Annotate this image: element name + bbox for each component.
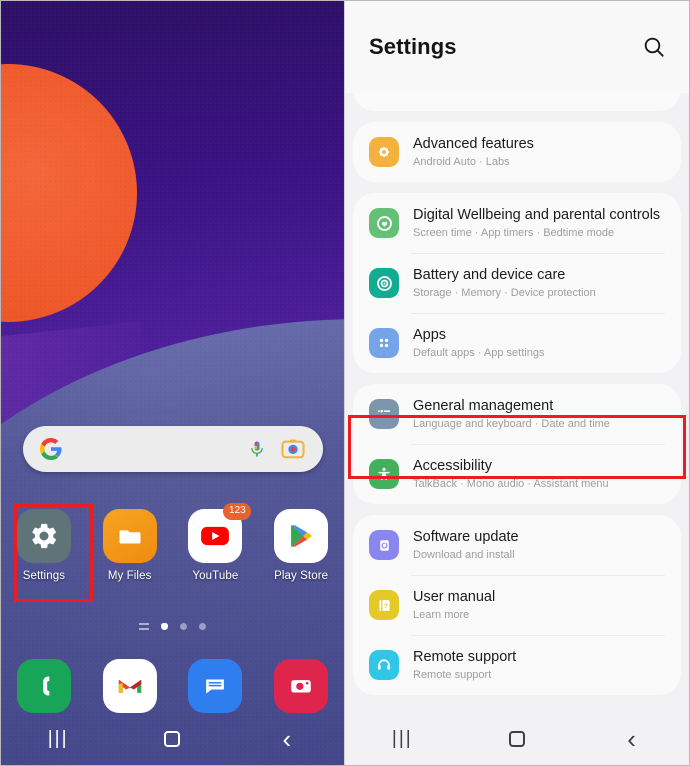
play-store-icon (274, 509, 329, 563)
home-button[interactable] (149, 719, 195, 759)
microphone-icon[interactable] (247, 437, 267, 461)
dock-app-phone[interactable] (1, 659, 87, 713)
list-item-title: Battery and device care (413, 266, 566, 283)
list-item-accessibility[interactable]: Accessibility TalkBack · Mono audio · As… (353, 444, 681, 504)
accessibility-icon (369, 459, 399, 489)
settings-app-screen: Settings Google services (344, 1, 689, 765)
google-search-widget[interactable] (23, 426, 323, 472)
list-item-title: Remote support (413, 648, 517, 665)
notification-badge: 123 (223, 503, 252, 520)
dock-app-messages[interactable] (173, 659, 259, 713)
phone-home-screen: Settings My Files 123 YouTube Play Store… (1, 1, 344, 765)
page-indicator (1, 623, 344, 630)
list-item-battery-device-care[interactable]: Battery and device care Storage · Memory… (353, 253, 681, 313)
list-item-apps[interactable]: Apps Default apps · App settings (353, 313, 681, 373)
home-button[interactable] (494, 719, 540, 759)
settings-gear-icon (16, 509, 71, 563)
home-pages-overview-icon[interactable] (139, 623, 149, 630)
list-item-subtitle: Learn more (413, 608, 470, 621)
page-dot-3[interactable] (199, 623, 206, 630)
page-dot-1[interactable] (161, 623, 168, 630)
android-navigation-bar: ||| ‹ (1, 713, 344, 765)
search-icon[interactable] (641, 34, 667, 60)
list-item-subtitle: Language and keyboard · Date and time (413, 417, 610, 430)
app-play-store[interactable]: Play Store (258, 509, 344, 582)
list-item-subtitle: Screen time · App timers · Bedtime mode (413, 226, 615, 239)
recents-button[interactable]: ||| (35, 719, 81, 759)
home-dock (1, 659, 344, 713)
settings-header: Settings (345, 1, 689, 93)
page-dot-2[interactable] (180, 623, 187, 630)
screenshot-root: Settings My Files 123 YouTube Play Store… (0, 0, 690, 766)
back-button[interactable]: ‹ (609, 719, 655, 759)
software-update-icon (369, 530, 399, 560)
app-label: YouTube (192, 570, 239, 582)
settings-list[interactable]: Google services Advanced features An (345, 89, 689, 713)
list-item-subtitle: TalkBack · Mono audio · Assistant menu (413, 477, 609, 490)
list-item-advanced-features[interactable]: Advanced features Android Auto · Labs (353, 122, 681, 182)
app-label: My Files (107, 570, 152, 582)
remote-support-icon (369, 650, 399, 680)
app-label: Settings (22, 570, 66, 582)
settings-group-care: Digital Wellbeing and parental controls … (353, 193, 681, 373)
app-youtube[interactable]: 123 YouTube (173, 503, 259, 582)
list-item-title: Advanced features (413, 135, 534, 152)
list-item-title: Digital Wellbeing and parental controls (413, 206, 661, 223)
list-item-user-manual[interactable]: ? User manual Learn more (353, 575, 681, 635)
recents-button[interactable]: ||| (379, 719, 425, 759)
list-item-title: Software update (413, 528, 519, 545)
list-item-title: General management (413, 397, 554, 414)
list-item-subtitle: Remote support (413, 668, 492, 681)
advanced-features-icon (369, 137, 399, 167)
list-item-title: Apps (413, 326, 447, 343)
dock-app-camera[interactable] (258, 659, 344, 713)
battery-device-care-icon (369, 268, 399, 298)
svg-text:?: ? (383, 603, 387, 610)
list-item-title: User manual (413, 588, 496, 605)
user-manual-icon: ? (369, 590, 399, 620)
camera-icon (274, 659, 329, 713)
app-label: Play Store (274, 570, 329, 582)
dock-app-gmail[interactable] (87, 659, 173, 713)
messages-icon (188, 659, 243, 713)
home-app-row: Settings My Files 123 YouTube Play Store (1, 503, 344, 582)
app-settings[interactable]: Settings (1, 509, 87, 582)
gmail-icon (102, 659, 157, 713)
apps-grid-icon (369, 328, 399, 358)
settings-group-general: General management Language and keyboard… (353, 384, 681, 504)
list-item-general-management[interactable]: General management Language and keyboard… (353, 384, 681, 444)
list-item-subtitle: Storage · Memory · Device protection (413, 286, 596, 299)
list-item-digital-wellbeing[interactable]: Digital Wellbeing and parental controls … (353, 193, 681, 253)
list-item-subtitle: Default apps · App settings (413, 346, 545, 359)
android-navigation-bar: ||| ‹ (345, 713, 689, 765)
google-g-icon (40, 438, 62, 460)
app-my-files[interactable]: My Files (87, 509, 173, 582)
list-item-title: Accessibility (413, 457, 492, 474)
list-item-subtitle: Download and install (413, 548, 515, 561)
settings-group-support: Software update Download and install ? U… (353, 515, 681, 695)
digital-wellbeing-icon (369, 208, 399, 238)
list-item-subtitle: Android Auto · Labs (413, 155, 510, 168)
folder-icon (102, 509, 157, 563)
general-management-icon (369, 399, 399, 429)
settings-group-features: Advanced features Android Auto · Labs (353, 122, 681, 182)
page-title: Settings (369, 34, 457, 59)
phone-icon (16, 659, 71, 713)
list-item-software-update[interactable]: Software update Download and install (353, 515, 681, 575)
back-button[interactable]: ‹ (264, 719, 310, 759)
list-item-remote-support[interactable]: Remote support Remote support (353, 635, 681, 695)
google-lens-icon[interactable] (281, 438, 305, 460)
